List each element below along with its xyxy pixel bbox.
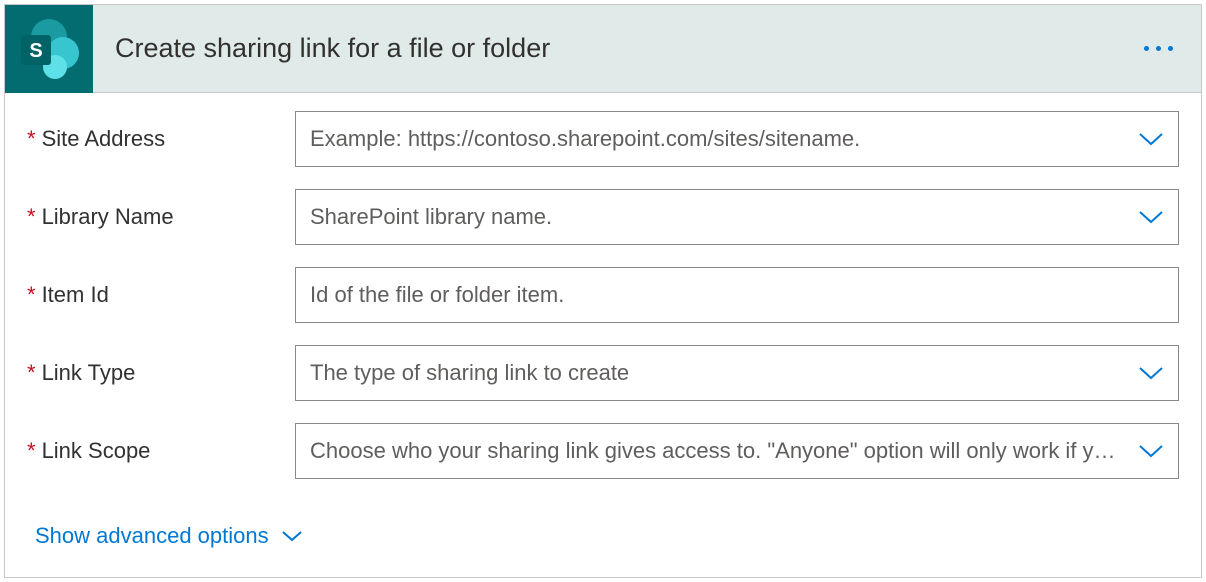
ellipsis-icon [1144,46,1149,51]
action-card: S Create sharing link for a file or fold… [4,4,1202,578]
required-star-icon: * [27,438,36,464]
advanced-options-label: Show advanced options [35,523,269,549]
show-advanced-options-button[interactable]: Show advanced options [27,501,1179,567]
required-star-icon: * [27,126,36,152]
field-label: * Item Id [27,282,295,308]
field-row-library-name: * Library Name [27,189,1179,245]
link-type-dropdown-button[interactable] [1129,351,1173,395]
label-text: Site Address [42,126,166,152]
chevron-down-icon [1138,131,1164,147]
link-scope-dropdown-button[interactable] [1129,429,1173,473]
field-label: * Site Address [27,126,295,152]
label-text: Link Scope [42,438,151,464]
field-input-wrap [295,111,1179,167]
field-input-wrap [295,423,1179,479]
field-input-wrap [295,189,1179,245]
required-star-icon: * [27,282,36,308]
card-title: Create sharing link for a file or folder [115,33,1136,64]
chevron-down-icon [1138,365,1164,381]
svg-text:S: S [29,40,42,62]
link-type-input[interactable] [295,345,1179,401]
library-name-dropdown-button[interactable] [1129,195,1173,239]
label-text: Link Type [42,360,136,386]
site-address-input[interactable] [295,111,1179,167]
form-body: * Site Address * Library Name [5,93,1201,577]
label-text: Library Name [42,204,174,230]
link-scope-input[interactable] [295,423,1179,479]
field-input-wrap [295,267,1179,323]
field-row-site-address: * Site Address [27,111,1179,167]
chevron-down-icon [1138,443,1164,459]
field-row-link-type: * Link Type [27,345,1179,401]
site-address-dropdown-button[interactable] [1129,117,1173,161]
card-header: S Create sharing link for a file or fold… [5,5,1201,93]
field-label: * Link Type [27,360,295,386]
field-row-item-id: * Item Id [27,267,1179,323]
required-star-icon: * [27,204,36,230]
field-input-wrap [295,345,1179,401]
field-label: * Link Scope [27,438,295,464]
item-id-input[interactable] [295,267,1179,323]
label-text: Item Id [42,282,109,308]
chevron-down-icon [281,529,303,543]
chevron-down-icon [1138,209,1164,225]
more-options-button[interactable] [1136,38,1181,59]
sharepoint-icon: S [5,5,93,93]
library-name-input[interactable] [295,189,1179,245]
required-star-icon: * [27,360,36,386]
field-label: * Library Name [27,204,295,230]
field-row-link-scope: * Link Scope [27,423,1179,479]
